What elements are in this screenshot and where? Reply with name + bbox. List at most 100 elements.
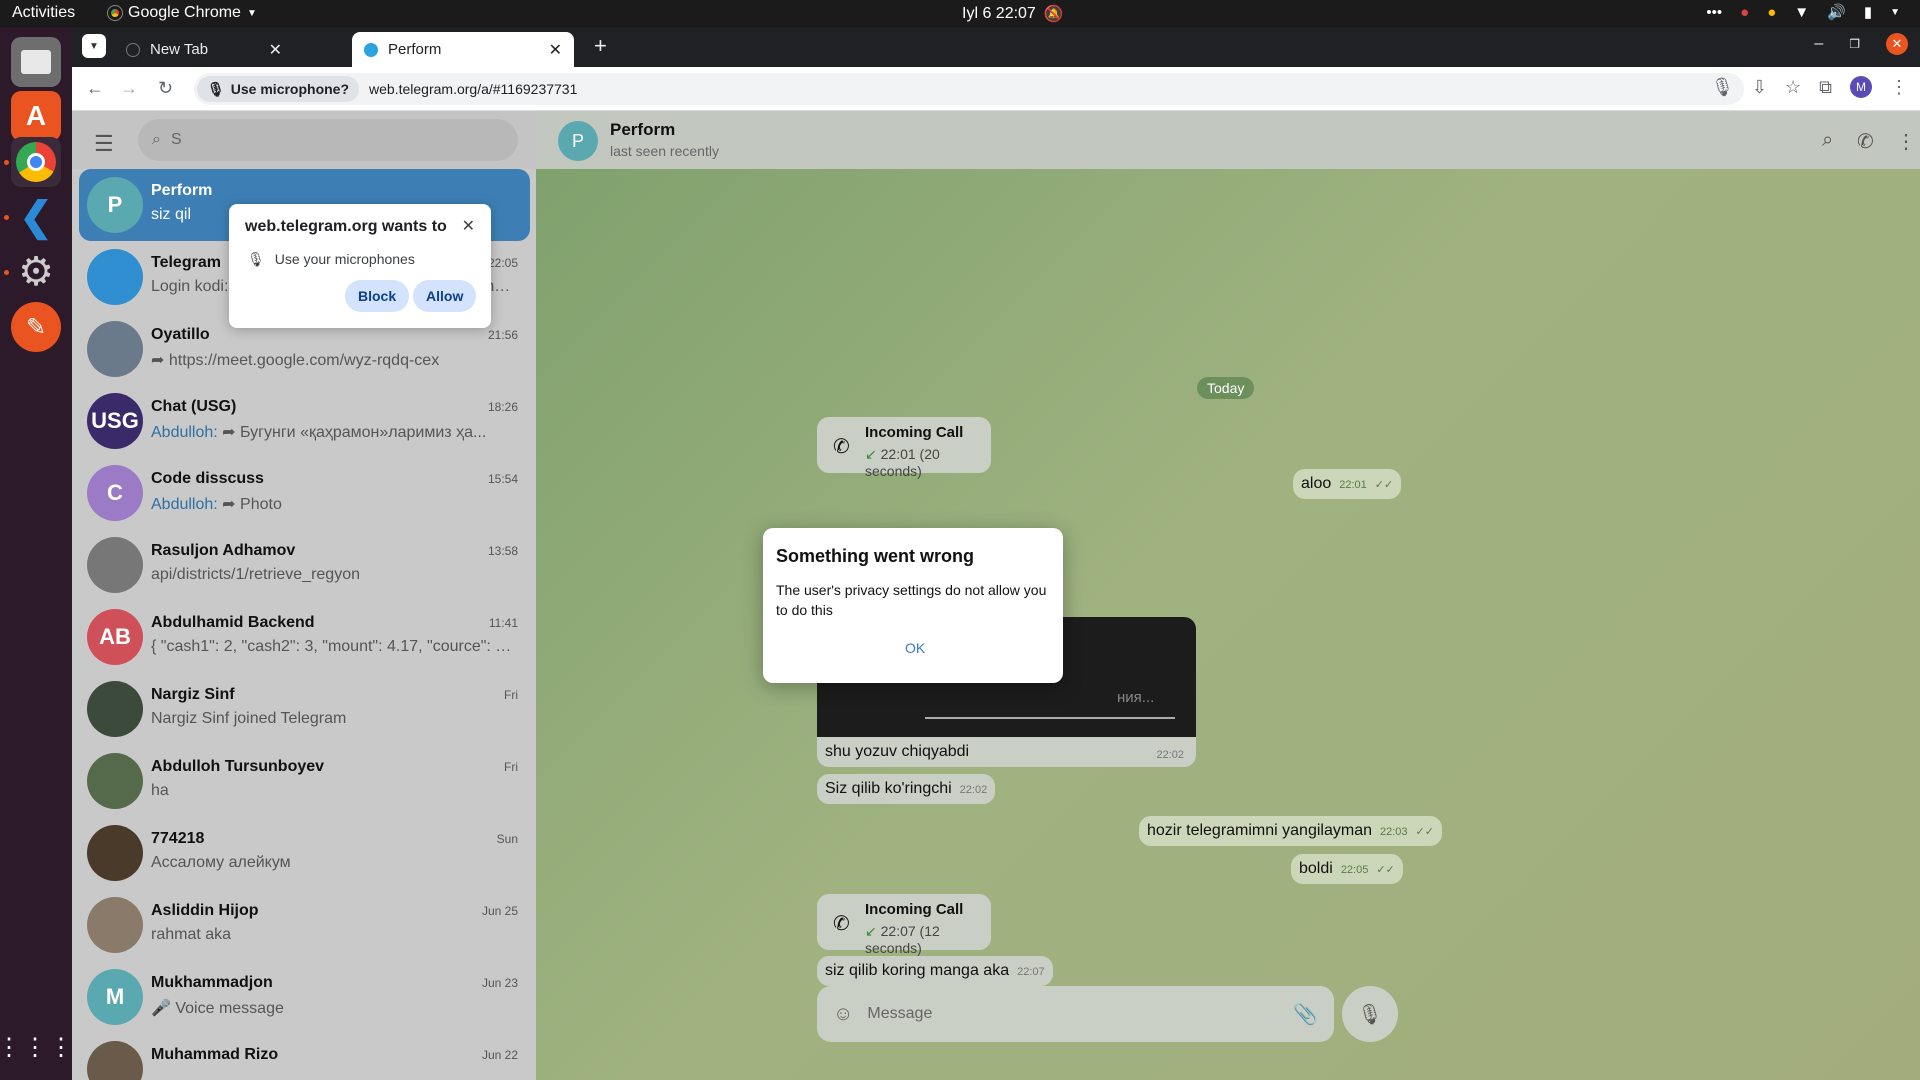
power-menu-icon[interactable]: ▼ <box>1890 7 1900 18</box>
message-time: 22:03 <box>1379 826 1408 838</box>
allow-button[interactable]: Allow <box>413 280 477 312</box>
chat-name: Abdulloh Tursunboyev <box>151 758 325 775</box>
mic-blocked-icon[interactable]: 🎙 <box>1711 77 1734 98</box>
tab-new-tab[interactable]: New Tab ✕ <box>114 32 294 67</box>
chat-list-item[interactable]: USG Chat (USG) Abdulloh: ➦ Бугунги «қаҳрам… <box>79 385 530 457</box>
activities-button[interactable]: Activities <box>12 4 75 22</box>
extensions-icon[interactable]: ⧉ <box>1819 77 1832 98</box>
chat-time: 18:26 <box>487 400 518 414</box>
bookmark-star-icon[interactable]: ☆ <box>1785 77 1801 98</box>
files-icon[interactable] <box>11 37 61 87</box>
phone-icon: ✆ <box>833 913 850 935</box>
close-tab-icon[interactable]: ✕ <box>269 40 282 60</box>
chat-name: Telegram <box>151 254 221 271</box>
close-icon[interactable]: ✕ <box>462 216 475 236</box>
back-icon[interactable]: ← <box>86 78 104 99</box>
profile-avatar[interactable]: M <box>1850 76 1872 98</box>
new-tab-button[interactable]: + <box>594 33 607 59</box>
chat-name: Code disscuss <box>151 470 264 487</box>
chrome-menu-icon[interactable]: ⋮ <box>1890 77 1908 98</box>
chat-preview: Nargiz Sinf joined Telegram <box>151 710 516 728</box>
outgoing-message[interactable]: hozir telegramimni yangilayman 22:03 ✓✓ <box>1139 816 1442 846</box>
minimize-icon[interactable]: – <box>1814 35 1823 53</box>
preview-text: { "cash1": 2, "cash2": 3, "mount": 4.17,… <box>151 638 516 655</box>
install-app-icon[interactable]: ⇩ <box>1752 77 1767 98</box>
chat-avatar: M <box>87 969 143 1025</box>
incoming-call-message[interactable]: ✆ Incoming Call ↙ 22:07 (12 seconds) <box>817 894 991 956</box>
tray-app-icon[interactable]: ● <box>1740 4 1749 21</box>
phone-call-icon[interactable]: ✆ <box>1857 129 1874 154</box>
edit-app-icon[interactable]: ✎ <box>11 302 61 352</box>
close-window-icon[interactable]: ✕ <box>1886 33 1908 55</box>
incoming-message[interactable]: Siz qilib ko'ringchi 22:02 <box>817 774 996 804</box>
battery-icon[interactable]: ▮ <box>1864 3 1872 21</box>
chat-time: 15:54 <box>487 472 518 486</box>
attach-icon[interactable]: 📎 <box>1293 1002 1318 1027</box>
url-text[interactable]: web.telegram.org/a/#1169237731 <box>369 81 577 97</box>
preview-text: Ассалому алейкум <box>151 854 291 871</box>
more-options-icon[interactable]: ⋮ <box>1896 129 1916 154</box>
clock[interactable]: Iyl 6 22:07 🔕 <box>962 4 1064 24</box>
app-menu[interactable]: Google Chrome ▼ <box>107 4 257 22</box>
reload-icon[interactable]: ↻ <box>158 78 173 99</box>
message-input[interactable]: Message <box>867 1005 1279 1023</box>
outgoing-message[interactable]: aloo 22:01 ✓✓ <box>1293 469 1402 499</box>
incoming-call-message[interactable]: ✆ Incoming Call ↙ 22:01 (20 seconds) <box>817 417 991 479</box>
chat-list-item[interactable]: C Code disscuss Abdulloh: ➦ Photo 15:54 <box>79 457 530 529</box>
chat-avatar: P <box>87 177 143 233</box>
message-composer[interactable]: ☺ Message 📎 <box>817 986 1334 1042</box>
incoming-arrow-icon: ↙ <box>865 923 881 939</box>
preview-sender: Abdulloh: <box>151 424 218 441</box>
block-button[interactable]: Block <box>345 280 410 312</box>
chat-list-item[interactable]: Asliddin Hijop rahmat aka Jun 25 <box>79 889 530 961</box>
incoming-message[interactable]: siz qilib koring manga aka 22:07 <box>817 956 1053 986</box>
more-icon[interactable]: ••• <box>1706 4 1722 21</box>
progress-line <box>925 717 1175 719</box>
restore-icon[interactable]: ❐ <box>1849 37 1860 51</box>
volume-icon[interactable]: 🔊 <box>1827 3 1846 21</box>
chat-list-item[interactable]: Nargiz Sinf Nargiz Sinf joined Telegram Fr… <box>79 673 530 745</box>
outgoing-message[interactable]: boldi 22:05 ✓✓ <box>1291 854 1403 884</box>
chat-avatar <box>87 537 143 593</box>
system-tray[interactable]: ••• ● ● ▼ 🔊 ▮ ▼ <box>1706 3 1900 22</box>
chrome-icon[interactable] <box>11 137 61 187</box>
chat-preview: api/districts/1/retrieve_regyon <box>151 566 516 584</box>
forward-icon[interactable]: → <box>120 78 138 99</box>
address-bar[interactable]: 🎙 Use microphone? web.telegram.org/a/#11… <box>194 73 1744 105</box>
chat-list-item[interactable]: Abdulloh Tursunboyev ha Fri <box>79 745 530 817</box>
app-center-icon[interactable]: A <box>11 91 61 141</box>
microphone-permission-chip[interactable]: 🎙 Use microphone? <box>197 76 360 102</box>
preview-text: ha <box>151 782 169 799</box>
tab-search-button[interactable]: ▼ <box>82 34 106 58</box>
telegram-web-page: ☰ ⌕ S P Perform siz qil Telegram Login kodi:… <box>72 111 1920 1080</box>
chat-view: P Perform last seen recently ⌕ ✆ ⋮ Today… <box>536 111 1920 1080</box>
settings-icon[interactable]: ⚙ <box>11 247 61 297</box>
chrome-tray-icon[interactable]: ● <box>1767 4 1776 21</box>
emoji-icon[interactable]: ☺ <box>833 1003 853 1026</box>
chat-avatar[interactable]: P <box>558 121 598 161</box>
datetime: Iyl 6 22:07 <box>962 5 1036 22</box>
vscode-icon[interactable]: ❮ <box>11 192 61 242</box>
system-top-bar: Activities Google Chrome ▼ Iyl 6 22:07 🔕… <box>0 0 1920 27</box>
toolbar-icons: 🎙 ⇩ ☆ ⧉ M ⋮ <box>1711 76 1908 98</box>
app-grid-icon[interactable]: ⋮⋮⋮ <box>0 1022 73 1072</box>
ok-button[interactable]: OK <box>905 640 925 656</box>
close-tab-icon[interactable]: ✕ <box>549 40 562 60</box>
message-text: boldi <box>1299 860 1333 877</box>
record-voice-button[interactable]: 🎙 <box>1342 986 1398 1042</box>
search-icon[interactable]: ⌕ <box>1822 129 1833 152</box>
chat-time: Sun <box>496 832 518 846</box>
chat-list-item[interactable]: AB Abdulhamid Backend { "cash1": 2, "cash2… <box>79 601 530 673</box>
search-input[interactable]: ⌕ S <box>138 119 518 161</box>
tab-perform[interactable]: Perform ✕ <box>352 32 574 67</box>
incoming-message[interactable]: shu yozuv chiqyabdi 22:02 <box>817 737 1196 767</box>
tab-title: Perform <box>388 41 442 58</box>
chat-list-item[interactable]: 774218 Ассалому алейкум Sun <box>79 817 530 889</box>
wifi-icon[interactable]: ▼ <box>1794 4 1809 21</box>
menu-icon[interactable]: ☰ <box>94 131 114 157</box>
chat-header[interactable]: P Perform last seen recently ⌕ ✆ ⋮ <box>536 111 1920 169</box>
chat-list-item[interactable]: Rasuljon Adhamov api/districts/1/retrieve… <box>79 529 530 601</box>
message-time: 22:05 <box>1340 864 1369 876</box>
chat-list-item[interactable]: Muhammad Rizo Jun 22 <box>79 1033 530 1080</box>
chat-list-item[interactable]: M Mukhammadjon 🎤 Voice message Jun 23 <box>79 961 530 1033</box>
